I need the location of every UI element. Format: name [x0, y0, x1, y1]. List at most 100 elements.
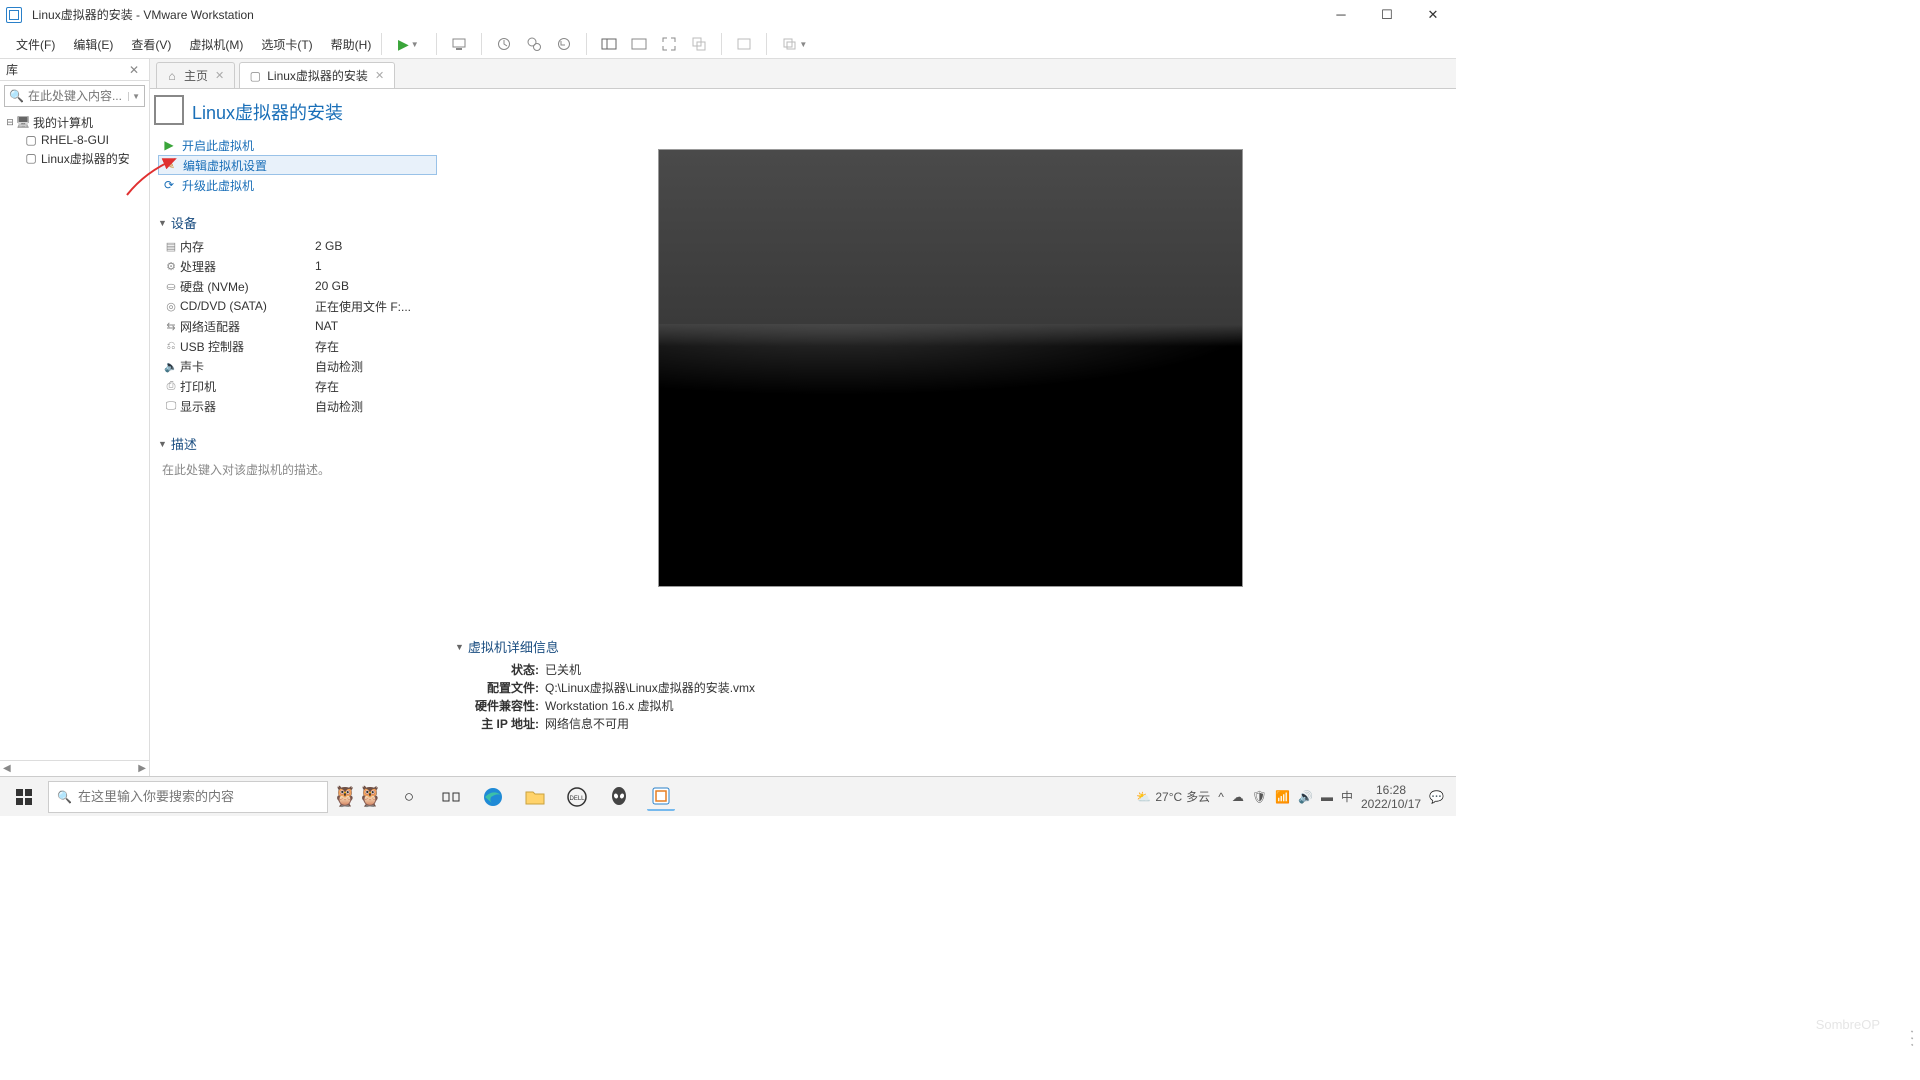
- dell-icon[interactable]: DELL: [563, 783, 591, 811]
- task-view-icon[interactable]: [437, 783, 465, 811]
- description-section[interactable]: ▼描述: [158, 434, 437, 453]
- cortana-icon[interactable]: ○: [395, 783, 423, 811]
- menubar: 文件(F) 编辑(E) 查看(V) 虚拟机(M) 选项卡(T) 帮助(H): [0, 33, 377, 55]
- onedrive-icon[interactable]: ☁: [1232, 790, 1244, 804]
- device-row[interactable]: 🔈声卡自动检测: [158, 356, 437, 376]
- detail-row: 硬件兼容性:Workstation 16.x 虚拟机: [469, 696, 1456, 714]
- send-ctrl-alt-del-icon[interactable]: [447, 32, 471, 56]
- weather-widget[interactable]: ⛅ 27°C 多云: [1136, 788, 1210, 805]
- taskbar-search-input[interactable]: [78, 789, 319, 804]
- edit-vm-settings-link[interactable]: ✎ 编辑虚拟机设置: [158, 155, 437, 175]
- menu-help[interactable]: 帮助(H): [325, 34, 378, 55]
- menu-tabs[interactable]: 选项卡(T): [255, 34, 318, 55]
- sidebar-scrollbar[interactable]: ◀▶: [0, 760, 149, 776]
- page-title: Linux虚拟器的安装: [192, 99, 343, 125]
- tree-root[interactable]: ⊟ 🖥 我的计算机: [0, 113, 149, 131]
- vm-details: ▼虚拟机详细信息 状态:已关机配置文件:Q:\Linux虚拟器\Linux虚拟器…: [445, 627, 1456, 742]
- window-title: Linux虚拟器的安装 - VMware Workstation: [32, 6, 254, 23]
- menu-vm[interactable]: 虚拟机(M): [183, 34, 249, 55]
- vm-icon: ▢: [24, 151, 38, 165]
- widgets-icon[interactable]: 🦉🦉: [330, 781, 385, 813]
- svg-text:DELL: DELL: [569, 796, 585, 802]
- description-placeholder[interactable]: 在此处键入对该虚拟机的描述。: [158, 457, 437, 478]
- device-icon: 🖵: [162, 400, 180, 413]
- battery-icon[interactable]: ▬: [1321, 790, 1333, 804]
- device-row[interactable]: ⎙打印机存在: [158, 376, 437, 396]
- maximize-button[interactable]: ☐: [1364, 0, 1410, 30]
- device-row[interactable]: 🖵显示器自动检测: [158, 396, 437, 416]
- power-on-vm-link[interactable]: ▶ 开启此虚拟机: [158, 135, 437, 155]
- start-button[interactable]: [4, 777, 44, 817]
- upgrade-vm-link[interactable]: ⟳ 升级此虚拟机: [158, 175, 437, 195]
- snapshot-manager-icon[interactable]: [522, 32, 546, 56]
- resize-grip-icon[interactable]: ⋰: [1901, 1027, 1920, 1047]
- tray-chevron-icon[interactable]: ^: [1218, 790, 1224, 804]
- ime-indicator[interactable]: 中: [1341, 788, 1353, 805]
- home-icon: ⌂: [165, 69, 179, 83]
- explorer-icon[interactable]: [521, 783, 549, 811]
- security-icon[interactable]: 🛡: [1252, 790, 1267, 804]
- vmware-taskbar-icon[interactable]: [647, 783, 675, 811]
- close-button[interactable]: ✕: [1410, 0, 1456, 30]
- tab-home[interactable]: ⌂ 主页 ✕: [156, 62, 235, 88]
- snapshot-icon[interactable]: [492, 32, 516, 56]
- stretch-icon[interactable]: [732, 32, 756, 56]
- tab-vm[interactable]: ▢ Linux虚拟器的安装 ✕: [239, 62, 395, 88]
- clock[interactable]: 16:28 2022/10/17: [1361, 783, 1421, 811]
- weather-icon: ⛅: [1136, 790, 1151, 804]
- sidebar-search[interactable]: 🔍 ▼: [4, 85, 145, 107]
- toolbar: ▶▼ ▼: [386, 30, 813, 58]
- notifications-icon[interactable]: 💬: [1429, 790, 1444, 804]
- device-row[interactable]: ▤内存2 GB: [158, 236, 437, 256]
- menu-edit[interactable]: 编辑(E): [67, 34, 119, 55]
- sidebar-close-icon[interactable]: ✕: [125, 63, 143, 77]
- menu-view[interactable]: 查看(V): [125, 34, 177, 55]
- tab-close-icon[interactable]: ✕: [213, 69, 226, 82]
- system-tray: ⛅ 27°C 多云 ^ ☁ 🛡 📶 🔊 ▬ 中 16:28 2022/10/17…: [1136, 783, 1452, 811]
- tab-close-icon[interactable]: ✕: [373, 69, 386, 82]
- unity-icon[interactable]: [687, 32, 711, 56]
- detail-row: 状态:已关机: [469, 660, 1456, 678]
- minimize-button[interactable]: ─: [1318, 0, 1364, 30]
- device-row[interactable]: ⇆网络适配器NAT: [158, 316, 437, 336]
- device-icon: ⎙: [162, 380, 180, 393]
- vm-screen-preview[interactable]: [658, 149, 1243, 587]
- play-icon: ▶: [162, 138, 176, 152]
- power-on-button[interactable]: ▶▼: [390, 32, 426, 56]
- library-sidebar: 库 ✕ 🔍 ▼ ⊟ 🖥 我的计算机 ▢ RHEL-8-GUI ▢ Linux虚拟…: [0, 59, 150, 776]
- alienware-icon[interactable]: [605, 783, 633, 811]
- windows-taskbar: 🔍 🦉🦉 ○ DELL ⛅ 27°C 多云 ^ ☁ 🛡 📶 🔊 ▬ 中 16:2…: [0, 776, 1456, 816]
- fullscreen-icon[interactable]: [657, 32, 681, 56]
- search-icon: 🔍: [57, 790, 72, 804]
- tree-item[interactable]: ▢ Linux虚拟器的安: [0, 149, 149, 167]
- sidebar-search-input[interactable]: [28, 89, 125, 103]
- tab-strip: ⌂ 主页 ✕ ▢ Linux虚拟器的安装 ✕: [150, 59, 1456, 89]
- volume-icon[interactable]: 🔊: [1298, 790, 1313, 804]
- device-row[interactable]: ⛀硬盘 (NVMe)20 GB: [158, 276, 437, 296]
- edge-icon[interactable]: [479, 783, 507, 811]
- computer-icon: 🖥: [16, 115, 30, 129]
- tree-item[interactable]: ▢ RHEL-8-GUI: [0, 131, 149, 149]
- menu-file[interactable]: 文件(F): [10, 34, 61, 55]
- search-dropdown-icon[interactable]: ▼: [128, 92, 140, 101]
- device-row[interactable]: ⚙处理器1: [158, 256, 437, 276]
- devices-dropdown-icon[interactable]: ▼: [777, 32, 813, 56]
- vm-preview-pane: ▼虚拟机详细信息 状态:已关机配置文件:Q:\Linux虚拟器\Linux虚拟器…: [445, 89, 1456, 776]
- vm-tab-icon: ▢: [248, 69, 262, 83]
- devices-section[interactable]: ▼设备: [158, 213, 437, 232]
- device-icon: 🔈: [162, 360, 180, 373]
- details-section[interactable]: ▼虚拟机详细信息: [455, 637, 1456, 656]
- device-row[interactable]: ⎌USB 控制器存在: [158, 336, 437, 356]
- device-icon: ⎌: [162, 340, 180, 353]
- revert-snapshot-icon[interactable]: [552, 32, 576, 56]
- device-row[interactable]: ◎CD/DVD (SATA)正在使用文件 F:...: [158, 296, 437, 316]
- single-view-icon[interactable]: [627, 32, 651, 56]
- vm-big-icon: [158, 99, 184, 125]
- split-view-icon[interactable]: [597, 32, 621, 56]
- vm-summary-pane: Linux虚拟器的安装 ▶ 开启此虚拟机 ✎ 编辑虚拟机设置 ⟳ 升级此虚拟机 …: [150, 89, 445, 776]
- taskbar-search[interactable]: 🔍: [48, 781, 328, 813]
- detail-row: 配置文件:Q:\Linux虚拟器\Linux虚拟器的安装.vmx: [469, 678, 1456, 696]
- edit-icon: ✎: [163, 158, 177, 172]
- device-icon: ▤: [162, 240, 180, 253]
- wifi-icon[interactable]: 📶: [1275, 790, 1290, 804]
